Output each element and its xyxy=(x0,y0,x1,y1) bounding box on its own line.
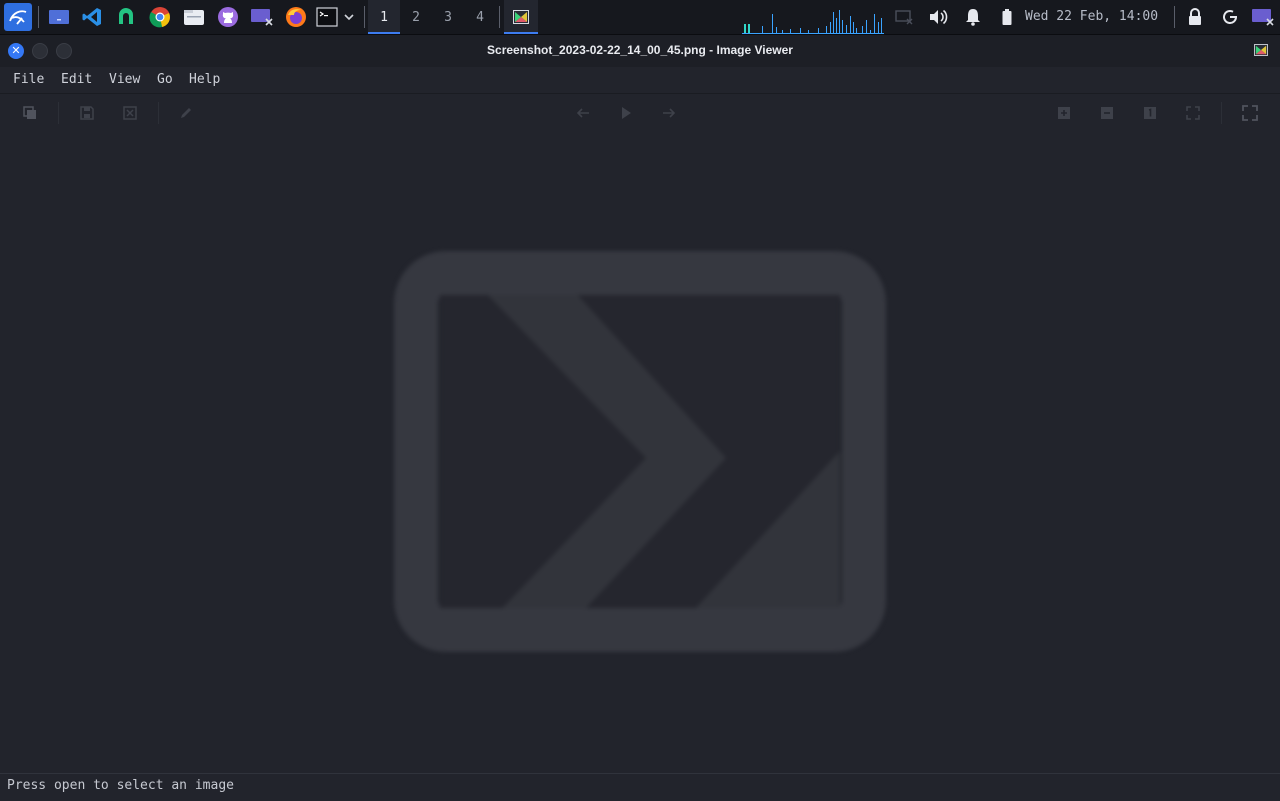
delete-icon[interactable] xyxy=(120,103,140,123)
edit-icon[interactable] xyxy=(176,103,196,123)
chevron-down-icon[interactable] xyxy=(339,5,359,29)
panel-clock[interactable]: Wed 22 Feb, 14:00 xyxy=(1025,9,1158,24)
play-icon[interactable] xyxy=(616,103,636,123)
panel-separator xyxy=(364,6,365,28)
window-titlebar: ✕ Screenshot_2023-02-22_14_00_45.png - I… xyxy=(0,35,1280,67)
file-manager-icon[interactable] xyxy=(182,5,206,29)
menu-view[interactable]: View xyxy=(109,72,140,87)
toolbar xyxy=(0,94,1280,132)
screen-x-tray-icon[interactable] xyxy=(1251,5,1275,29)
chrome-icon[interactable] xyxy=(148,5,172,29)
taskbar-image-viewer[interactable] xyxy=(504,0,538,34)
zoom-fit-icon[interactable] xyxy=(1183,103,1203,123)
panel-separator xyxy=(499,6,500,28)
toolbar-separator xyxy=(158,102,159,124)
save-icon[interactable] xyxy=(77,103,97,123)
toolbar-separator xyxy=(58,102,59,124)
firefox-icon[interactable] xyxy=(284,5,308,29)
display-icon[interactable] xyxy=(892,5,916,29)
zoom-in-icon[interactable] xyxy=(1054,103,1074,123)
image-view-area[interactable] xyxy=(0,132,1280,773)
terminal-icon[interactable] xyxy=(315,5,339,29)
workspace-3[interactable]: 3 xyxy=(432,0,464,34)
screen-x-icon[interactable] xyxy=(250,5,274,29)
notification-bell-icon[interactable] xyxy=(961,5,985,29)
vscode-icon[interactable] xyxy=(80,5,104,29)
panel-separator xyxy=(38,6,39,28)
kali-menu-icon[interactable] xyxy=(4,3,32,31)
show-desktop-icon[interactable] xyxy=(47,5,71,29)
github-icon[interactable] xyxy=(216,5,240,29)
cpu-usage-graph xyxy=(742,10,884,34)
zoom-reset-icon[interactable] xyxy=(1140,103,1160,123)
zoom-out-icon[interactable] xyxy=(1097,103,1117,123)
app-green-icon[interactable] xyxy=(114,5,138,29)
workspace-2[interactable]: 2 xyxy=(400,0,432,34)
refresh-icon[interactable] xyxy=(1218,5,1242,29)
workspace-1[interactable]: 1 xyxy=(368,0,400,34)
image-placeholder-icon xyxy=(394,251,886,652)
image-viewer-icon xyxy=(1254,44,1268,56)
menu-file[interactable]: File xyxy=(13,72,44,87)
menu-go[interactable]: Go xyxy=(157,72,173,87)
image-viewer-icon xyxy=(509,5,533,29)
copy-icon[interactable] xyxy=(20,103,40,123)
status-bar: Press open to select an image xyxy=(0,773,1280,801)
battery-icon xyxy=(995,5,1019,29)
panel-separator xyxy=(1174,6,1175,28)
toolbar-separator xyxy=(1221,102,1222,124)
menu-edit[interactable]: Edit xyxy=(61,72,92,87)
menu-bar: File Edit View Go Help xyxy=(0,67,1280,94)
volume-icon[interactable] xyxy=(926,5,950,29)
fullscreen-icon[interactable] xyxy=(1240,103,1260,123)
status-message: Press open to select an image xyxy=(7,778,234,793)
forward-arrow-icon[interactable] xyxy=(659,103,679,123)
menu-help[interactable]: Help xyxy=(189,72,220,87)
lock-icon[interactable] xyxy=(1183,5,1207,29)
back-arrow-icon[interactable] xyxy=(573,103,593,123)
workspace-4[interactable]: 4 xyxy=(464,0,496,34)
window-title: Screenshot_2023-02-22_14_00_45.png - Ima… xyxy=(487,43,793,57)
top-panel: 1 2 3 4 Wed 22 Feb, 14:00 xyxy=(0,0,1280,35)
